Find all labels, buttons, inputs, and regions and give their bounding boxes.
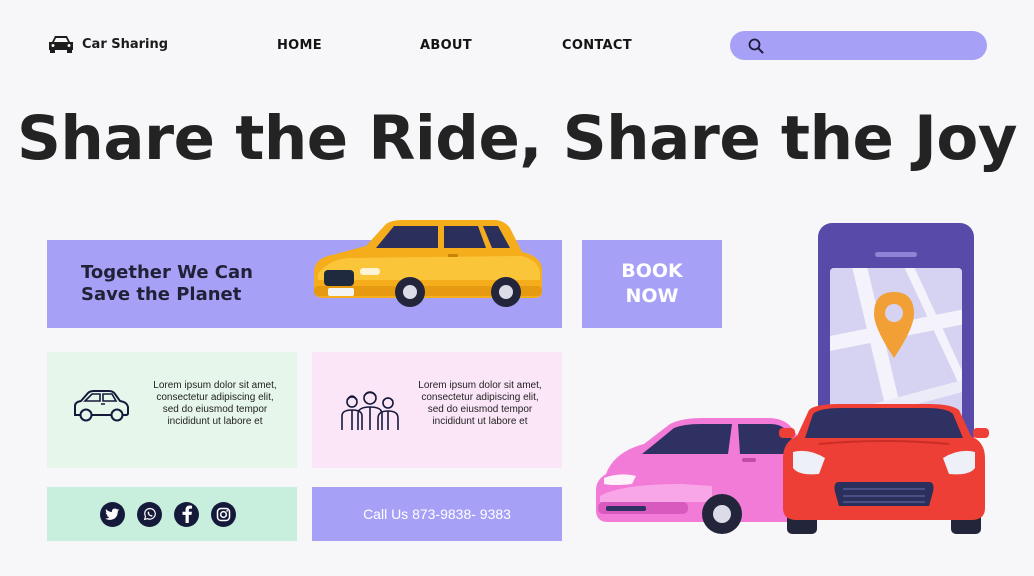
feature-card-car: Lorem ipsum dolor sit amet, consectetur … <box>47 352 297 468</box>
feature-card-people: Lorem ipsum dolor sit amet, consectetur … <box>312 352 562 468</box>
car-outline-icon <box>74 390 129 422</box>
car-icon <box>49 36 73 53</box>
facebook-icon[interactable] <box>174 501 199 527</box>
nav-home[interactable]: HOME <box>277 38 322 53</box>
search-icon <box>748 38 764 53</box>
social-links <box>47 487 297 541</box>
call-us-button[interactable]: Call Us 873-9838- 9383 <box>312 487 562 541</box>
nav-about[interactable]: ABOUT <box>420 38 472 53</box>
promo-text: Together We Can Save the Planet <box>81 262 253 306</box>
brand-logo[interactable]: Car Sharing <box>47 34 168 54</box>
search-bar[interactable] <box>730 31 987 60</box>
nav-contact[interactable]: CONTACT <box>562 38 632 53</box>
book-now-line-1: BOOK <box>621 260 683 282</box>
phone-speaker <box>875 252 917 257</box>
book-now-button[interactable]: BOOK NOW <box>582 240 722 328</box>
people-group-icon <box>341 391 399 430</box>
feature-text-1: Lorem ipsum dolor sit amet, consectetur … <box>153 380 277 427</box>
yellow-car-illustration <box>314 220 542 307</box>
twitter-icon[interactable] <box>100 501 125 527</box>
book-now-line-2: NOW <box>625 285 679 307</box>
whatsapp-icon[interactable] <box>137 501 162 527</box>
hero-headline: Share the Ride, Share the Joy <box>16 103 1018 174</box>
promo-line-2: Save the Planet <box>81 284 242 305</box>
instagram-icon[interactable] <box>211 501 236 527</box>
brand-name: Car Sharing <box>82 36 169 52</box>
search-input[interactable] <box>774 35 974 56</box>
feature-text-2: Lorem ipsum dolor sit amet, consectetur … <box>418 380 542 427</box>
red-car-illustration <box>779 404 989 534</box>
promo-line-1: Together We Can <box>81 262 253 283</box>
